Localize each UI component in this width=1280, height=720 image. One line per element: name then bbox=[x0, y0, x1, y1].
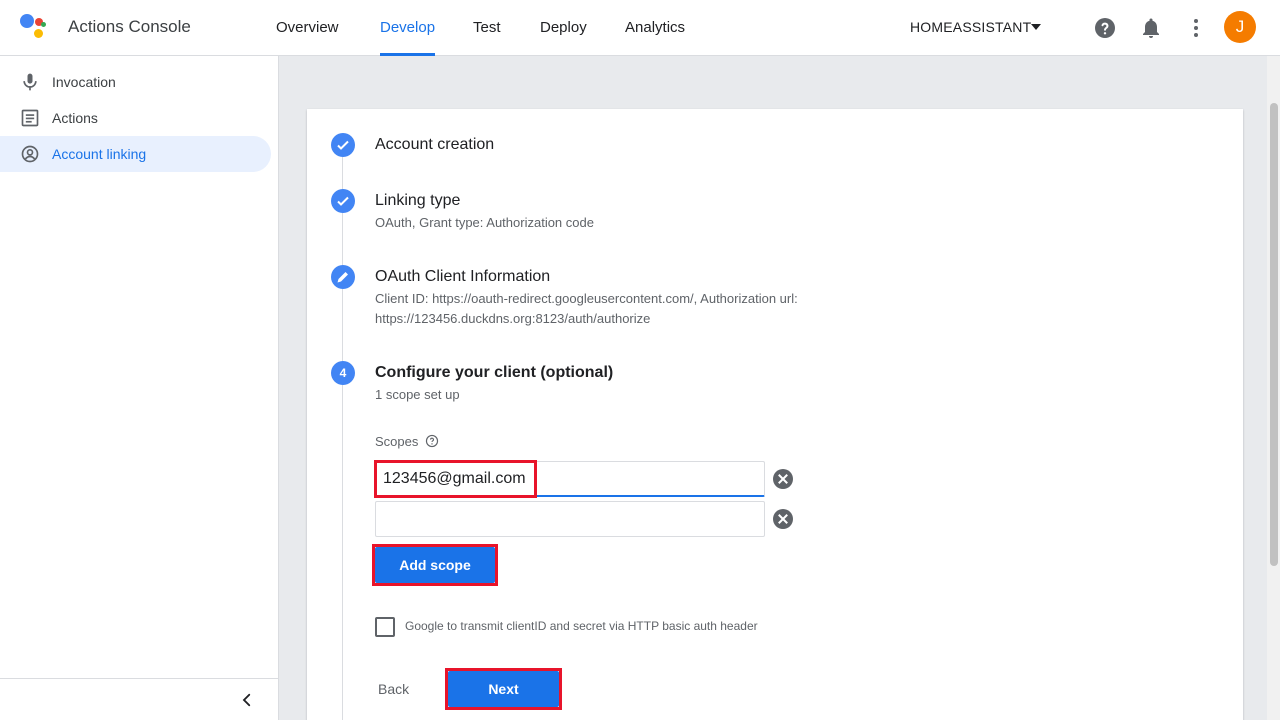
tab-overview[interactable]: Overview bbox=[276, 0, 339, 56]
sidebar-item-label: Actions bbox=[52, 110, 98, 126]
clear-scope-icon[interactable] bbox=[773, 469, 793, 489]
app-title: Actions Console bbox=[68, 17, 191, 36]
chevron-left-icon[interactable] bbox=[238, 691, 256, 709]
step-title-configure-client: Configure your client (optional) bbox=[375, 364, 614, 381]
step-complete-check-icon bbox=[331, 189, 355, 213]
top-app-bar: Actions Console Overview Develop Test De… bbox=[0, 0, 1280, 56]
sidebar-item-label: Invocation bbox=[52, 74, 116, 90]
more-vert-icon[interactable] bbox=[1184, 16, 1208, 40]
help-outline-icon[interactable] bbox=[425, 434, 439, 448]
scope-input-2[interactable] bbox=[375, 501, 765, 537]
sidebar-item-account-linking[interactable]: Account linking bbox=[0, 136, 271, 172]
tab-develop[interactable]: Develop bbox=[380, 0, 436, 56]
basic-auth-checkbox[interactable] bbox=[375, 617, 395, 637]
step-subtitle-line-2: https://123456.duckdns.org:8123/auth/aut… bbox=[375, 311, 651, 326]
sidebar: Invocation Actions Account linking bbox=[0, 56, 279, 720]
google-assistant-logo bbox=[20, 14, 48, 40]
scopes-label: Scopes bbox=[375, 434, 419, 449]
avatar[interactable]: J bbox=[1224, 11, 1256, 43]
step-title-oauth-client-information[interactable]: OAuth Client Information bbox=[375, 268, 550, 286]
step-edit-pencil-icon bbox=[331, 265, 355, 289]
project-selector[interactable]: HOMEASSISTANT bbox=[910, 19, 1031, 35]
highlight-box-email bbox=[374, 460, 537, 498]
microphone-icon bbox=[23, 73, 37, 91]
tab-deploy[interactable]: Deploy bbox=[540, 0, 587, 56]
sidebar-footer bbox=[0, 678, 279, 720]
notifications-bell-icon[interactable] bbox=[1139, 16, 1163, 40]
list-icon bbox=[21, 109, 39, 127]
step-complete-check-icon bbox=[331, 133, 355, 157]
stepper-line bbox=[342, 157, 343, 720]
step-subtitle: 1 scope set up bbox=[375, 387, 460, 402]
step-title-linking-type[interactable]: Linking type bbox=[375, 192, 460, 210]
back-button[interactable]: Back bbox=[378, 681, 409, 697]
help-icon[interactable] bbox=[1093, 16, 1117, 40]
sidebar-item-invocation[interactable]: Invocation bbox=[0, 64, 271, 100]
highlight-box-next bbox=[445, 668, 562, 710]
sidebar-item-actions[interactable]: Actions bbox=[0, 100, 271, 136]
scrollbar-thumb[interactable] bbox=[1270, 103, 1278, 566]
step-subtitle-line-1: Client ID: https://oauth-redirect.google… bbox=[375, 291, 798, 306]
tab-test[interactable]: Test bbox=[473, 0, 501, 56]
highlight-box-add-scope bbox=[372, 544, 498, 586]
step-subtitle: OAuth, Grant type: Authorization code bbox=[375, 215, 594, 230]
clear-scope-icon[interactable] bbox=[773, 509, 793, 529]
step-title-account-creation[interactable]: Account creation bbox=[375, 136, 494, 154]
basic-auth-checkbox-label: Google to transmit clientID and secret v… bbox=[405, 619, 758, 633]
sidebar-item-label: Account linking bbox=[52, 146, 147, 162]
chevron-down-icon[interactable] bbox=[1031, 24, 1041, 30]
account-circle-icon bbox=[21, 145, 39, 163]
tab-analytics[interactable]: Analytics bbox=[625, 0, 685, 56]
step-number: 4 bbox=[331, 361, 355, 385]
